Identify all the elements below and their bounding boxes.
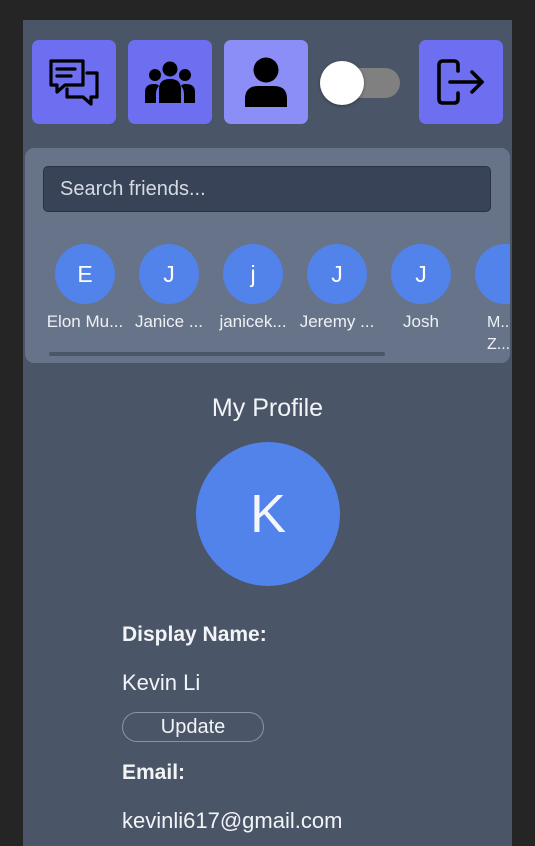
chat-icon: [49, 59, 99, 106]
friend-name: Jeremy ...: [299, 312, 375, 331]
email-label: Email:: [122, 761, 186, 784]
toggle-knob[interactable]: [320, 61, 364, 105]
friend-item[interactable]: M... Z...: [463, 244, 510, 356]
friends-panel: E Elon Mu... J Janice ... j janicek... J…: [25, 148, 510, 363]
display-name-label: Display Name:: [122, 623, 267, 646]
friend-avatar: J: [391, 244, 451, 304]
friend-name: Janice ...: [134, 312, 204, 331]
email-value: kevinli617@gmail.com: [122, 808, 343, 833]
friend-name: janicek...: [219, 312, 287, 331]
page-title: My Profile: [211, 394, 324, 422]
friend-item[interactable]: E Elon Mu...: [43, 244, 127, 332]
app-window: E Elon Mu... J Janice ... j janicek... J…: [23, 20, 512, 846]
friends-list[interactable]: E Elon Mu... J Janice ... j janicek... J…: [43, 244, 510, 354]
groups-button[interactable]: [128, 40, 212, 124]
friend-name: M... Z...: [487, 314, 510, 353]
logout-icon: [437, 59, 484, 105]
logout-button[interactable]: [419, 40, 503, 124]
users-icon: [145, 61, 195, 103]
friend-name: Elon Mu...: [46, 312, 124, 331]
update-button[interactable]: Update: [122, 712, 264, 742]
friend-avatar: j: [223, 244, 283, 304]
friend-item[interactable]: J Josh: [379, 244, 463, 332]
chats-button[interactable]: [32, 40, 116, 124]
friend-name: Josh: [403, 312, 439, 331]
friend-avatar: J: [139, 244, 199, 304]
search-input[interactable]: [43, 166, 491, 212]
friend-item[interactable]: J Jeremy ...: [295, 244, 379, 332]
display-name-value: Kevin Li: [122, 670, 201, 695]
profile-avatar: K: [196, 442, 340, 586]
theme-toggle[interactable]: [320, 61, 400, 105]
profile-button[interactable]: [224, 40, 308, 124]
friend-avatar: E: [55, 244, 115, 304]
friends-scrollbar[interactable]: [49, 352, 385, 356]
friend-avatar: [475, 244, 510, 304]
friend-avatar: J: [307, 244, 367, 304]
friend-item[interactable]: j janicek...: [211, 244, 295, 332]
friend-item[interactable]: J Janice ...: [127, 244, 211, 332]
user-icon: [245, 57, 287, 107]
